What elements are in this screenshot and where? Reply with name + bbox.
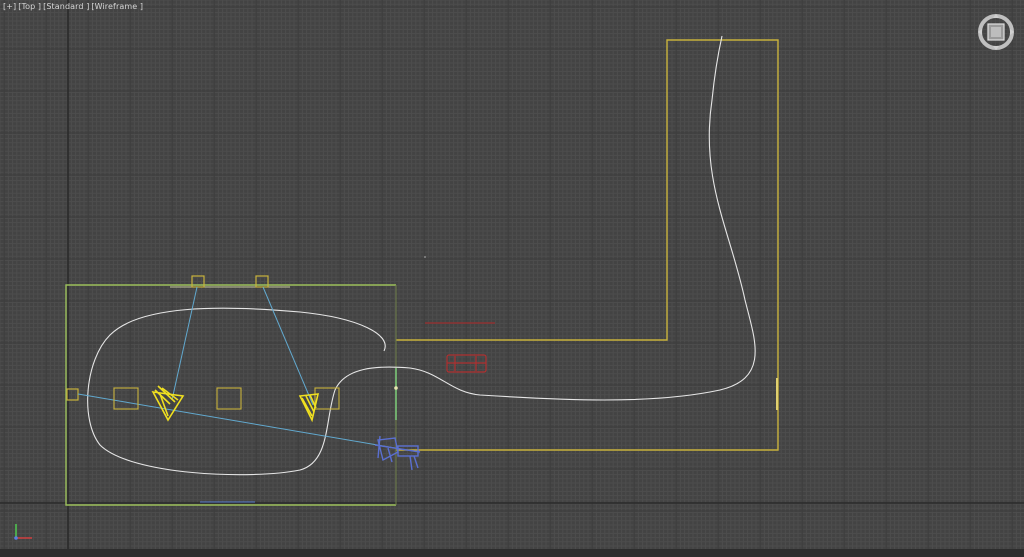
object-box-1[interactable] — [113, 387, 139, 410]
object-box-2[interactable] — [216, 387, 242, 410]
red-object-icon[interactable] — [446, 354, 487, 373]
viewport-view-label[interactable]: [Top ] — [18, 2, 41, 11]
helper-pivot[interactable] — [394, 386, 398, 390]
viewport-bottom-border — [0, 549, 1024, 557]
viewport-label[interactable]: [+] [Top ] [Standard ] [Wireframe ] — [3, 2, 145, 11]
camera-link-line — [77, 393, 396, 449]
axis-tripod-icon — [10, 518, 36, 544]
light-link-2 — [262, 286, 314, 406]
object-box-3[interactable] — [314, 387, 340, 410]
viewcube-icon[interactable] — [977, 13, 1015, 51]
light-link-1 — [171, 286, 198, 401]
top-viewport[interactable]: [+] [Top ] [Standard ] [Wireframe ] — [0, 0, 1024, 557]
spotlight-1-icon[interactable] — [151, 385, 185, 422]
camera-path-spline[interactable] — [87, 35, 756, 476]
room-wall-outline[interactable] — [396, 39, 779, 451]
camera-icon[interactable] — [374, 435, 421, 471]
viewport-scene[interactable] — [0, 0, 1024, 557]
room-box-outline[interactable] — [65, 284, 396, 506]
viewport-display-label[interactable]: [Wireframe ] — [91, 2, 143, 11]
viewport-shading-label[interactable]: [Standard ] — [43, 2, 89, 11]
viewport-menu-plus[interactable]: [+] — [3, 2, 16, 11]
light-target-3[interactable] — [66, 388, 79, 401]
scene-dot — [424, 256, 426, 258]
